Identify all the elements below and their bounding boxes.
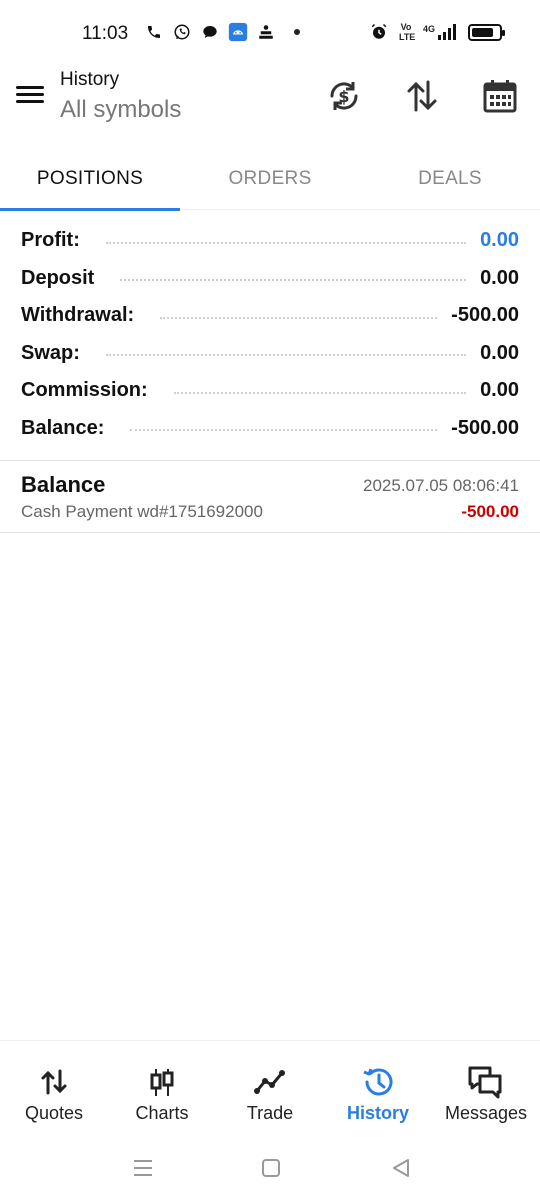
recent-apps-button[interactable] — [128, 1156, 158, 1180]
tab-positions[interactable]: POSITIONS — [0, 148, 180, 211]
summary-label: Swap: — [21, 341, 80, 364]
summary-row-swap: Swap: 0.00 — [0, 335, 540, 373]
square-icon — [262, 1159, 280, 1177]
nav-label: History — [346, 1103, 409, 1123]
back-button[interactable] — [386, 1156, 416, 1180]
deal-amount: -500.00 — [461, 502, 519, 521]
status-icons-left — [144, 22, 300, 42]
battery-icon — [468, 23, 505, 41]
chat-icon — [200, 22, 220, 42]
menu-icon — [16, 86, 44, 89]
nav-messages[interactable]: Messages — [432, 1041, 540, 1140]
whatsapp-icon — [172, 22, 192, 42]
trade-line-icon — [250, 1065, 290, 1099]
menu-button[interactable] — [14, 82, 46, 110]
status-time: 11:03 — [82, 23, 129, 44]
summary-row-balance: Balance: -500.00 — [0, 410, 540, 448]
alarm-icon — [369, 22, 389, 42]
calendar-icon — [483, 80, 517, 113]
summary-value: 0.00 — [480, 266, 519, 289]
calendar-button[interactable] — [480, 76, 520, 116]
nav-label: Quotes — [24, 1103, 84, 1123]
summary-row-commission: Commission: 0.00 — [0, 372, 540, 410]
dotted-leader — [130, 429, 438, 432]
summary-label: Profit: — [21, 229, 80, 252]
nav-label: Trade — [246, 1103, 294, 1123]
deal-datetime: 2025.07.05 08:06:41 — [363, 476, 519, 495]
summary-label: Withdrawal: — [21, 304, 135, 327]
summary-value: 0.00 — [480, 379, 519, 402]
network-label: 4G — [422, 24, 435, 34]
summary-label: Balance: — [21, 416, 105, 439]
app2-icon — [256, 22, 276, 42]
deal-comment: Cash Payment wd#1751692000 — [21, 502, 263, 521]
home-button[interactable] — [256, 1156, 286, 1180]
svg-text:$: $ — [338, 87, 349, 106]
volte-icon: Vo LTE — [398, 22, 416, 42]
history-list-item[interactable]: Balance 2025.07.05 08:06:41 Cash Payment… — [0, 462, 540, 532]
dotted-leader — [120, 279, 467, 282]
quotes-arrows-icon — [34, 1065, 74, 1099]
sort-icon — [407, 80, 437, 112]
candlestick-icon — [142, 1065, 182, 1099]
menu-lines-icon — [134, 1160, 152, 1176]
sort-button[interactable] — [402, 76, 442, 116]
summary-row-withdrawal: Withdrawal: -500.00 — [0, 297, 540, 335]
system-nav-bar — [0, 1140, 540, 1200]
tab-deals[interactable]: DEALS — [360, 148, 540, 210]
summary-label: Commission: — [21, 379, 148, 402]
dotted-leader — [173, 391, 467, 394]
currency-refresh-button[interactable]: $ — [324, 76, 364, 116]
notification-dot — [294, 29, 300, 35]
app-icon — [228, 22, 248, 42]
deal-title: Balance — [21, 472, 106, 497]
symbol-filter[interactable]: All symbols — [60, 96, 181, 124]
signal-icon: 4G — [423, 24, 458, 40]
divider — [0, 460, 540, 461]
phone-icon — [144, 22, 164, 42]
divider — [0, 532, 540, 533]
tab-orders[interactable]: ORDERS — [180, 148, 360, 210]
battery-fill — [472, 27, 493, 37]
dotted-leader — [105, 241, 467, 244]
dotted-leader — [160, 316, 438, 319]
nav-label: Messages — [444, 1103, 528, 1123]
page-title: History — [60, 69, 120, 90]
summary-panel: Profit: 0.00 Deposit 0.00 Withdrawal: -5… — [0, 222, 540, 447]
nav-history[interactable]: History — [324, 1041, 432, 1140]
summary-label: Deposit — [21, 266, 95, 289]
summary-row-deposit: Deposit 0.00 — [0, 260, 540, 298]
summary-value: -500.00 — [451, 416, 519, 439]
summary-value: -500.00 — [451, 304, 519, 327]
back-triangle-icon — [393, 1159, 409, 1177]
nav-charts[interactable]: Charts — [108, 1041, 216, 1140]
history-clock-icon — [358, 1065, 398, 1099]
summary-value: 0.00 — [480, 341, 519, 364]
bottom-nav: Quotes Charts Trade History Messages — [0, 1040, 540, 1140]
status-bar: 11:03 Vo LTE 4G — [0, 0, 540, 62]
app-header: History All symbols $ — [0, 62, 540, 148]
nav-trade[interactable]: Trade — [216, 1041, 324, 1140]
messages-icon — [466, 1065, 506, 1099]
nav-label: Charts — [135, 1103, 189, 1123]
dotted-leader — [105, 354, 467, 357]
history-tabs: POSITIONS ORDERS DEALS — [0, 148, 540, 211]
summary-value: 0.00 — [480, 229, 519, 252]
nav-quotes[interactable]: Quotes — [0, 1041, 108, 1140]
currency-refresh-icon: $ — [330, 82, 358, 110]
status-icons-right: Vo LTE 4G — [369, 22, 505, 42]
summary-row-profit: Profit: 0.00 — [0, 222, 540, 260]
